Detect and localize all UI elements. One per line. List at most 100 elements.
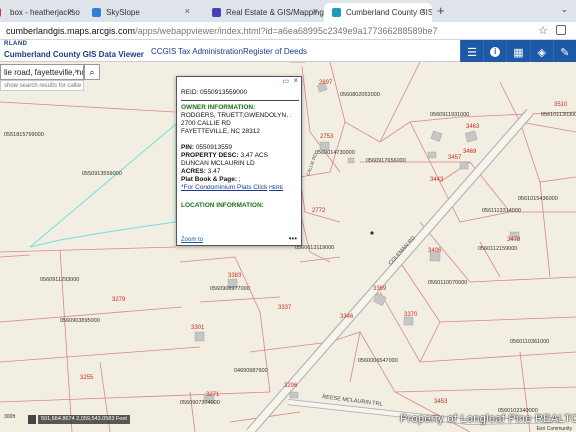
skyslope-icon (92, 8, 101, 17)
mail-icon (0, 8, 1, 17)
address-label: 3301 (191, 325, 205, 331)
zoom-to-link[interactable]: Zoom to (181, 237, 203, 243)
popup-footer: Zoom to ••• (181, 234, 299, 243)
location-icon[interactable] (28, 415, 36, 424)
maximize-icon[interactable]: ▭ (282, 77, 289, 85)
parcel-popup: ▭ × REID: 0550913559000 OWNER INFORMATIO… (176, 76, 302, 246)
table-icon[interactable]: ▦ (506, 40, 529, 64)
address-label: 3369 (373, 286, 387, 292)
list-icon[interactable]: ☰ (460, 40, 483, 64)
parcel-id: 0560911293000 (40, 277, 80, 283)
close-icon[interactable]: × (313, 6, 318, 16)
condo-plats-link[interactable]: *For Condominium Plats Click (181, 184, 267, 191)
parcel-id: 0560110070000 (428, 280, 468, 286)
coordinate-readout: 501,664.8674 2,059,543.0583 Feet (38, 415, 130, 424)
address-label: 3337 (278, 305, 292, 311)
address-label: 3463 (466, 124, 480, 130)
parcel-id: 0551815799000 (4, 132, 44, 138)
condo-link-row: *For Condominium Plats Click HERE (181, 184, 299, 192)
nav-tax-administration[interactable]: Tax Administration (178, 47, 243, 56)
tab-cumberland-gis[interactable]: Cumberland County GIS Data × (324, 3, 432, 22)
parcel-id: 0560014730000 (315, 150, 355, 156)
watermark: Property of Longleaf Pine REALTORS (400, 413, 576, 425)
close-icon[interactable]: × (421, 6, 426, 16)
tab-mailbox[interactable]: box - heatherjacksonedwar × (0, 3, 80, 22)
location-header: LOCATION INFORMATION: (181, 202, 264, 209)
scale-bar: 300ft (4, 414, 16, 420)
app-title: Cumberland County GIS Data Viewer (4, 50, 144, 59)
parcel-id: 0560112159000 (478, 246, 518, 252)
parcel-id: 0560802052000 (340, 92, 380, 98)
reid: REID: 0550913559000 (181, 89, 248, 96)
gis-icon (332, 8, 341, 17)
extension-icon[interactable] (556, 25, 566, 35)
nav-register-of-deeds[interactable]: Register of Deeds (243, 47, 307, 56)
search-suggestion[interactable]: show search results for callie r... (0, 80, 84, 91)
address-label: 3255 (80, 375, 94, 381)
nav-ccgis[interactable]: CCGIS (151, 47, 176, 56)
tab-real-estate[interactable]: Real Estate & GIS/Mapping × (204, 3, 324, 22)
url[interactable]: cumberlandgis.maps.arcgis.com/apps/webap… (6, 26, 438, 36)
address-label: 3279 (112, 297, 126, 303)
parcel-id: 0560006547000 (358, 358, 398, 364)
parcel-id: 0550913559000 (82, 171, 122, 177)
new-tab-button[interactable]: + (437, 3, 445, 18)
address-bar[interactable]: cumberlandgis.maps.arcgis.com/apps/webap… (0, 22, 576, 40)
close-icon[interactable]: × (69, 6, 74, 16)
address-label: 2772 (312, 208, 326, 214)
owner-street: 2700 CALLIE RD (181, 120, 231, 127)
acres-row: ACRES: 3.47 (181, 168, 221, 175)
real-estate-icon (212, 8, 221, 17)
chevron-down-icon[interactable]: ⌄ (560, 4, 568, 15)
address-label: 3296 (284, 383, 298, 389)
popup-titlebar: ▭ × (177, 76, 301, 87)
address-label: 2753 (320, 134, 334, 140)
parcel-id: 0560110361000 (510, 339, 550, 345)
address-label: 3457 (448, 155, 462, 161)
parcel-id: 0560907374000 (180, 400, 220, 406)
browser-tab-bar: box - heatherjacksonedwar × SkySlope × R… (0, 0, 576, 22)
bookmark-star-icon[interactable]: ☆ (538, 24, 548, 37)
address-label: 3383 (228, 273, 242, 279)
search-button[interactable]: ⌕ (84, 64, 100, 80)
attribution: Esri Community (536, 426, 572, 432)
pin-row: PIN: 0550913559 (181, 144, 232, 151)
parcel-id: 0560903895000 (60, 318, 100, 324)
address-label: 3406 (428, 248, 442, 254)
layers-icon[interactable]: ◈ (529, 40, 553, 64)
owner-name: RODGERS, TRUETT;GWENDOLYN, . (181, 112, 292, 119)
parcel-id: 0561011303000 (541, 112, 576, 118)
parcel-id: 0560908977000 (210, 286, 250, 292)
property-desc-row: PROPERTY DESC: 3.47 ACS (181, 152, 268, 159)
address-label: 3443 (430, 177, 444, 183)
widget-toolbar: ☰ i ▦ ◈ ✎ (460, 40, 576, 64)
app-logo: RLAND (4, 41, 28, 47)
address-label: 3453 (434, 399, 448, 405)
clear-icon[interactable]: × (74, 67, 79, 76)
plat-row: Plat Book & Page: ; (181, 176, 241, 183)
address-label: 3346 (340, 314, 354, 320)
parcel-id: 0560911931000 (430, 112, 470, 118)
divider (181, 100, 299, 101)
more-options-icon[interactable]: ••• (289, 234, 297, 243)
tab-skyslope[interactable]: SkySlope × (84, 3, 196, 22)
here-link[interactable]: HERE (269, 185, 283, 191)
property-desc-line2: DUNCAN MCLAURIN LD (181, 160, 255, 167)
address-label: 3271 (206, 392, 220, 398)
parcel-id: 04690987600 (234, 368, 268, 374)
owner-city: FAYETTEVILLE, NC 28312 (181, 128, 260, 135)
parcel-id: 0561015436000 (518, 196, 558, 202)
address-label: 3478 (507, 237, 521, 243)
owner-header: OWNER INFORMATION: (181, 104, 256, 111)
search-icon: ⌕ (89, 66, 95, 77)
edit-icon[interactable]: ✎ (552, 40, 576, 64)
popup-content: REID: 0550913559000 OWNER INFORMATION: R… (181, 89, 299, 237)
address-label: 3370 (404, 312, 418, 318)
parcel-id: 0560917656000 (366, 158, 406, 164)
info-icon[interactable]: i (483, 40, 506, 64)
search-input[interactable]: lie road, fayetteville, nc (0, 64, 84, 80)
close-icon[interactable]: × (293, 76, 298, 85)
address-label: 3510 (554, 102, 568, 108)
close-icon[interactable]: × (185, 6, 190, 16)
parcel-id: 0561113314000 (482, 208, 521, 214)
